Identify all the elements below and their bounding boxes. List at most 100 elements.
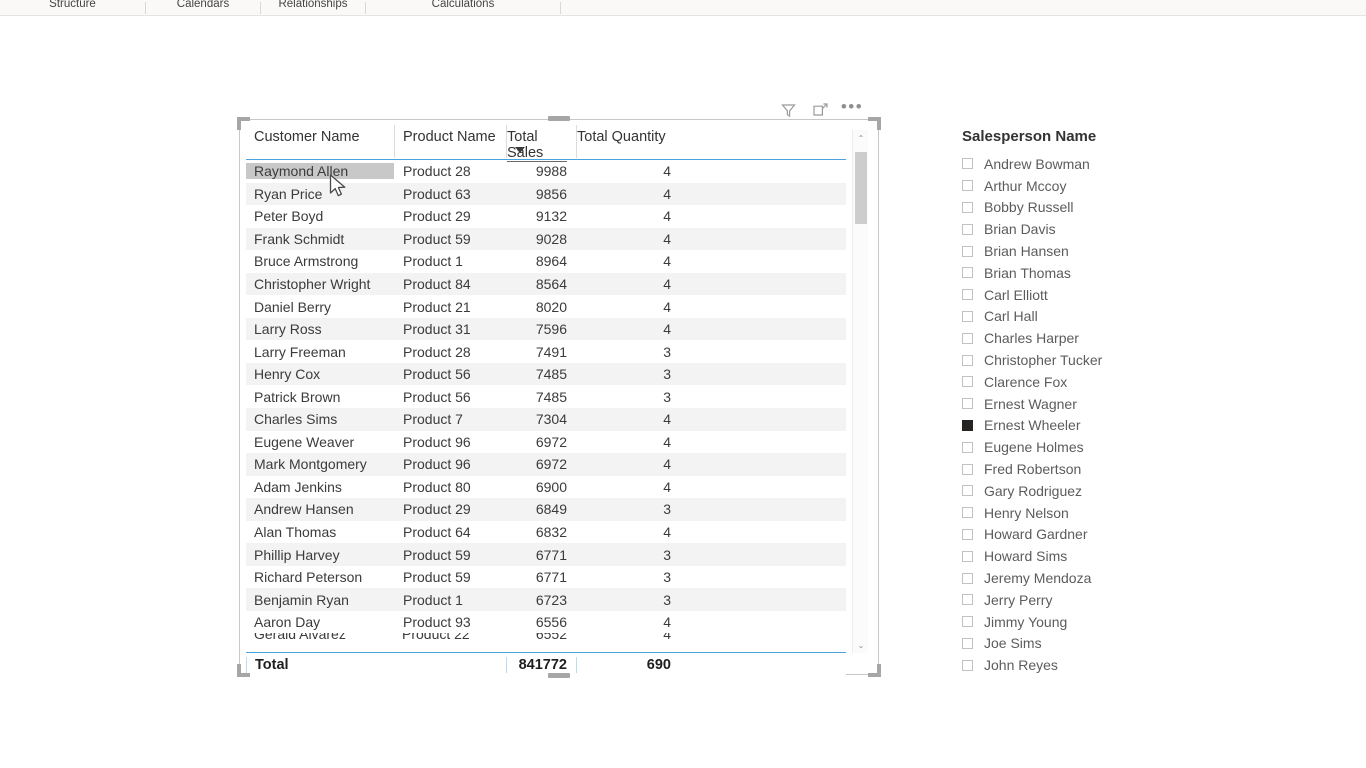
slicer-item[interactable]: Eugene Holmes: [962, 436, 1222, 458]
cell-total-quantity: 4: [663, 411, 671, 428]
checkbox-unchecked-icon[interactable]: [962, 180, 973, 192]
table-row[interactable]: Mark Montgomery Product 96 6972 4: [246, 453, 846, 476]
slicer-item-label: Eugene Holmes: [984, 439, 1084, 456]
slicer-item[interactable]: Jimmy Young: [962, 611, 1222, 633]
table-vertical-scrollbar[interactable]: ⌃ ⌄: [852, 130, 868, 653]
ribbon-group-calendars[interactable]: Calendars: [146, 0, 260, 15]
checkbox-unchecked-icon[interactable]: [962, 594, 973, 606]
column-header-customer-name[interactable]: Customer Name: [246, 125, 394, 158]
table-row-partial[interactable]: Gerald Alvarez Product 22 6552 4: [246, 633, 846, 644]
table-row[interactable]: Benjamin Ryan Product 1 6723 3: [246, 588, 846, 611]
checkbox-unchecked-icon[interactable]: [962, 441, 973, 453]
table-row[interactable]: Eugene Weaver Product 96 6972 4: [246, 431, 846, 454]
total-label: Total: [246, 656, 394, 673]
table-row[interactable]: Christopher Wright Product 84 8564 4: [246, 272, 846, 296]
slicer-item[interactable]: Brian Thomas: [962, 262, 1222, 284]
scroll-up-arrow-icon[interactable]: ⌃: [853, 130, 869, 146]
slicer-item[interactable]: Howard Gardner: [962, 524, 1222, 546]
cell-customer-name: Phillip Harvey: [254, 546, 340, 563]
table-row[interactable]: Patrick Brown Product 56 7485 3: [246, 385, 846, 408]
checkbox-unchecked-icon[interactable]: [962, 485, 973, 497]
slicer-item[interactable]: Howard Sims: [962, 545, 1222, 567]
table-row[interactable]: Adam Jenkins Product 80 6900 4: [246, 476, 846, 499]
table-row[interactable]: Larry Freeman Product 28 7491 3: [246, 340, 846, 363]
checkbox-unchecked-icon[interactable]: [962, 616, 973, 628]
checkbox-unchecked-icon[interactable]: [962, 572, 973, 584]
table-row[interactable]: Raymond Allen Product 28 9988 4: [246, 160, 846, 183]
checkbox-unchecked-icon[interactable]: [962, 201, 973, 213]
checkbox-unchecked-icon[interactable]: [962, 463, 973, 475]
table-row[interactable]: Henry Cox Product 56 7485 3: [246, 362, 846, 386]
resize-handle-top-middle[interactable]: [548, 116, 570, 121]
table-visual[interactable]: Customer Name Product Name Total Sales T…: [237, 116, 879, 678]
sort-descending-icon: [515, 147, 525, 153]
filter-funnel-icon[interactable]: [778, 100, 798, 120]
table-row[interactable]: Charles Sims Product 7 7304 4: [246, 408, 846, 431]
slicer-item[interactable]: Jeremy Mendoza: [962, 567, 1222, 589]
slicer-item[interactable]: Fred Robertson: [962, 458, 1222, 480]
checkbox-unchecked-icon[interactable]: [962, 376, 973, 388]
checkbox-unchecked-icon[interactable]: [962, 289, 973, 301]
ribbon-group-calculations[interactable]: Calculations: [366, 0, 560, 15]
cell-product-name: Product 1: [403, 591, 463, 608]
table-row[interactable]: Ryan Price Product 63 9856 4: [246, 182, 846, 206]
slicer-item[interactable]: Henry Nelson: [962, 502, 1222, 524]
cell-product-name: Product 63: [403, 185, 471, 202]
slicer-item[interactable]: Arthur Mccoy: [962, 175, 1222, 197]
slicer-item-label: Ernest Wagner: [984, 395, 1077, 412]
checkbox-unchecked-icon[interactable]: [962, 637, 973, 649]
checkbox-unchecked-icon[interactable]: [962, 550, 973, 562]
table-row[interactable]: Aaron Day Product 93 6556 4: [246, 611, 846, 634]
slicer-item[interactable]: Carl Elliott: [962, 284, 1222, 306]
table-row[interactable]: Larry Ross Product 31 7596 4: [246, 317, 846, 341]
checkbox-unchecked-icon[interactable]: [962, 507, 973, 519]
checkbox-unchecked-icon[interactable]: [962, 158, 973, 170]
cell-total-quantity: 3: [663, 343, 671, 360]
checkbox-unchecked-icon[interactable]: [962, 659, 973, 671]
column-header-total-quantity[interactable]: Total Quantity: [576, 125, 681, 158]
table-row[interactable]: Bruce Armstrong Product 1 8964 4: [246, 250, 846, 273]
checkbox-checked-icon[interactable]: [962, 419, 973, 431]
slicer-item[interactable]: Gary Rodriguez: [962, 480, 1222, 502]
checkbox-unchecked-icon[interactable]: [962, 332, 973, 344]
checkbox-unchecked-icon[interactable]: [962, 354, 973, 366]
ribbon-group-relationships[interactable]: Relationships: [261, 0, 365, 15]
slicer-item[interactable]: Clarence Fox: [962, 371, 1222, 393]
slicer-item-label: Fred Robertson: [984, 461, 1082, 478]
checkbox-unchecked-icon[interactable]: [962, 223, 973, 235]
slicer-item[interactable]: John Reyes: [962, 654, 1222, 676]
checkbox-unchecked-icon[interactable]: [962, 267, 973, 279]
table-body-wrapper: Customer Name Product Name Total Sales T…: [246, 125, 874, 676]
column-header-label: Total Sales: [507, 129, 567, 162]
column-header-total-sales[interactable]: Total Sales: [506, 125, 576, 162]
slicer-item[interactable]: Bobby Russell: [962, 197, 1222, 219]
slicer-item[interactable]: Carl Hall: [962, 306, 1222, 328]
table-row[interactable]: Richard Peterson Product 59 6771 3: [246, 566, 846, 589]
slicer-item[interactable]: Andrew Bowman: [962, 153, 1222, 175]
table-row[interactable]: Daniel Berry Product 21 8020 4: [246, 295, 846, 318]
slicer-item[interactable]: Brian Hansen: [962, 240, 1222, 262]
ribbon-group-structure[interactable]: Structure: [0, 0, 145, 15]
slicer-item[interactable]: Ernest Wheeler: [962, 415, 1222, 437]
slicer-item[interactable]: Brian Davis: [962, 218, 1222, 240]
resize-handle-bottom-middle[interactable]: [548, 673, 570, 678]
table-row[interactable]: Peter Boyd Product 29 9132 4: [246, 205, 846, 228]
focus-mode-icon[interactable]: [810, 100, 830, 120]
checkbox-unchecked-icon[interactable]: [962, 398, 973, 410]
slicer-item[interactable]: Charles Harper: [962, 327, 1222, 349]
column-header-product-name[interactable]: Product Name: [394, 125, 506, 158]
checkbox-unchecked-icon[interactable]: [962, 245, 973, 257]
scroll-down-arrow-icon[interactable]: ⌄: [853, 637, 869, 653]
slicer-item[interactable]: Jerry Perry: [962, 589, 1222, 611]
scrollbar-thumb[interactable]: [855, 152, 867, 224]
table-row[interactable]: Andrew Hansen Product 29 6849 3: [246, 498, 846, 521]
table-row[interactable]: Phillip Harvey Product 59 6771 3: [246, 543, 846, 566]
checkbox-unchecked-icon[interactable]: [962, 310, 973, 322]
checkbox-unchecked-icon[interactable]: [962, 528, 973, 540]
slicer-item[interactable]: Joe Sims: [962, 633, 1222, 655]
slicer-item[interactable]: Christopher Tucker: [962, 349, 1222, 371]
slicer-item[interactable]: Ernest Wagner: [962, 393, 1222, 415]
more-options-icon[interactable]: •••: [841, 98, 862, 120]
table-row[interactable]: Alan Thomas Product 64 6832 4: [246, 521, 846, 544]
table-row[interactable]: Frank Schmidt Product 59 9028 4: [246, 227, 846, 251]
